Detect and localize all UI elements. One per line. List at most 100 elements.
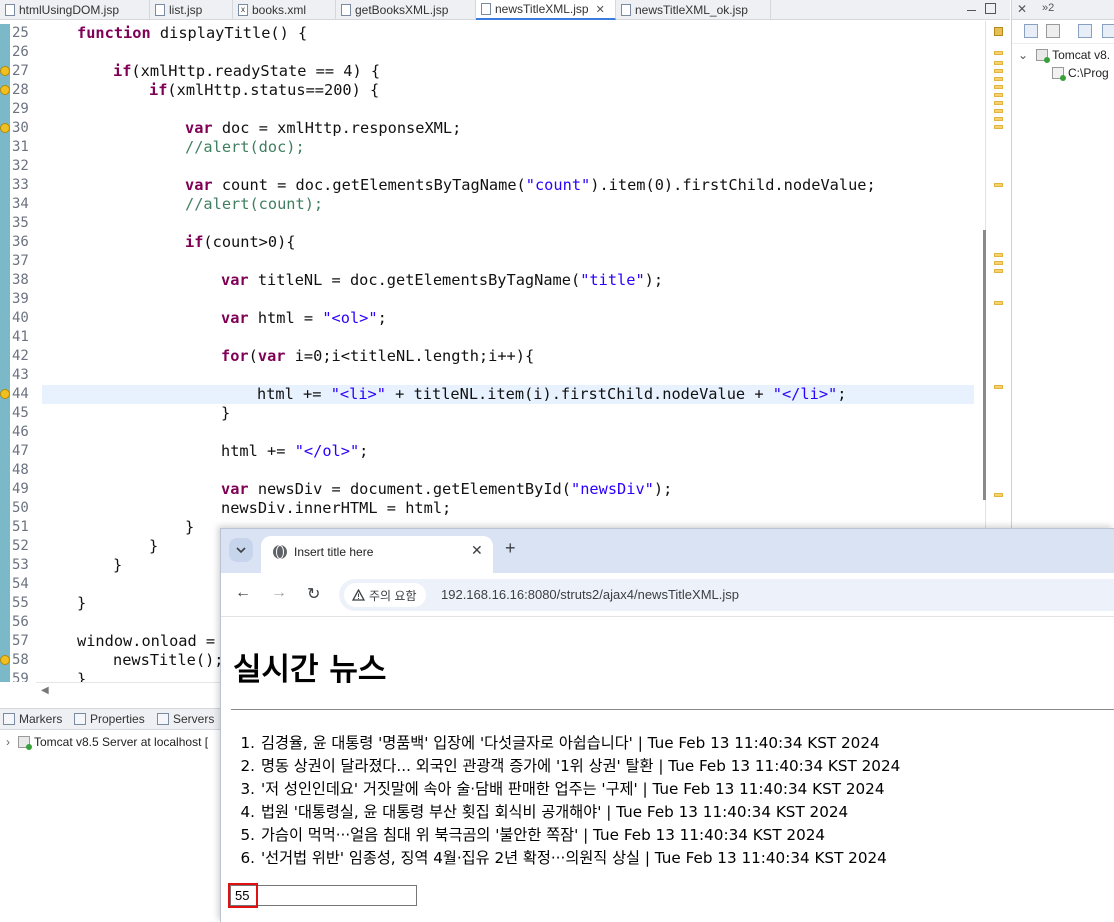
editor-tab-books[interactable]: x books.xml <box>233 0 336 20</box>
line-number: 40 <box>0 309 40 328</box>
overview-marker[interactable] <box>994 269 1003 273</box>
code-line-47: html += "</ol>"; <box>221 442 369 460</box>
maximize-icon[interactable] <box>985 3 996 14</box>
line-number: 46 <box>0 423 40 442</box>
warning-icon[interactable] <box>0 85 10 95</box>
change-ruler <box>0 613 10 632</box>
warning-icon[interactable] <box>0 655 10 665</box>
change-ruler <box>0 233 10 252</box>
minimize-icon[interactable] <box>965 2 979 16</box>
overview-marker[interactable] <box>994 85 1003 89</box>
chevron-down-icon[interactable]: ⌄ <box>1018 48 1028 62</box>
line-number: 32 <box>0 157 40 176</box>
link-icon[interactable] <box>1078 24 1092 38</box>
overview-marker[interactable] <box>994 117 1003 121</box>
overview-marker[interactable] <box>994 253 1003 257</box>
line-number: 31 <box>0 138 40 157</box>
overview-marker[interactable] <box>994 493 1003 497</box>
editor-vertical-scrollbar[interactable] <box>983 230 986 500</box>
new-tab-button[interactable]: + <box>505 538 516 559</box>
globe-icon <box>273 545 287 559</box>
news-list: 1. 김경율, 윤 대통령 '명품백' 입장에 '다섯글자로 아쉽습니다' | T… <box>232 732 901 870</box>
line-number: 26 <box>0 43 40 62</box>
code-line-57: window.onload = <box>77 632 216 650</box>
view-menu-icon[interactable] <box>1102 24 1114 38</box>
reload-button[interactable]: ↻ <box>307 584 320 604</box>
editor-tab-getbooksxml[interactable]: getBooksXML.jsp <box>336 0 476 20</box>
warning-icon[interactable] <box>0 66 10 76</box>
code-line-40: var html = "<ol>"; <box>221 309 387 327</box>
editor-tab-newstitlexml-ok[interactable]: newsTitleXML_ok.jsp <box>616 0 771 20</box>
jsp-file-icon <box>621 4 631 16</box>
count-input[interactable] <box>230 885 417 906</box>
warning-icon[interactable] <box>0 123 10 133</box>
code-line-27: if(xmlHttp.readyState == 4) { <box>113 62 381 80</box>
tree-item-tomcat[interactable]: ⌄ Tomcat v8. <box>1018 46 1110 64</box>
tab-search-button[interactable] <box>229 538 253 562</box>
overview-marker[interactable] <box>994 301 1003 305</box>
server-icon <box>1036 49 1051 63</box>
change-ruler <box>0 632 10 651</box>
line-number: 57 <box>0 632 40 651</box>
warning-summary-icon[interactable] <box>994 27 1003 36</box>
overview-marker[interactable] <box>994 77 1003 81</box>
change-ruler <box>0 100 10 119</box>
line-number: 50 <box>0 499 40 518</box>
chevron-right-icon[interactable]: › <box>6 735 10 749</box>
scroll-left-icon[interactable]: ◀ <box>41 685 49 696</box>
change-ruler <box>0 537 10 556</box>
list-item: 1. 김경율, 윤 대통령 '명품백' 입장에 '다섯글자로 아쉽습니다' | T… <box>240 734 880 752</box>
tab-servers[interactable]: Servers <box>157 712 214 726</box>
overview-marker[interactable] <box>994 93 1003 97</box>
close-icon[interactable]: ✕ <box>471 542 483 559</box>
overview-marker[interactable] <box>994 385 1003 389</box>
editor-tab-label: books.xml <box>252 3 307 17</box>
back-button[interactable]: ← <box>235 584 251 602</box>
line-number: 28 <box>0 81 40 100</box>
change-ruler <box>0 670 10 682</box>
jsp-file-icon <box>5 4 15 16</box>
overview-marker[interactable] <box>994 61 1003 65</box>
tree-item-path[interactable]: C:\Prog <box>1052 64 1109 82</box>
editor-tab-label: newsTitleXML.jsp <box>495 2 589 16</box>
close-icon[interactable]: ✕ <box>1017 2 1027 16</box>
tab-properties[interactable]: Properties <box>74 712 145 726</box>
code-line-25: function displayTitle() { <box>77 24 308 42</box>
overview-marker[interactable] <box>994 51 1003 55</box>
warning-icon[interactable] <box>0 389 10 399</box>
code-line-50: newsDiv.innerHTML = html; <box>221 499 452 517</box>
change-ruler <box>0 43 10 62</box>
address-bar[interactable]: 주의 요함 192.168.16.16:8080/struts2/ajax4/n… <box>339 579 1114 611</box>
change-ruler <box>0 214 10 233</box>
line-number: 44 <box>0 385 40 404</box>
line-number: 29 <box>0 100 40 119</box>
tab-markers[interactable]: Markers <box>3 712 62 726</box>
change-ruler <box>0 461 10 480</box>
editor-tab-newstitlexml[interactable]: newsTitleXML.jsp ✕ <box>476 0 616 20</box>
remove-icon[interactable] <box>1046 24 1060 38</box>
security-indicator[interactable]: 주의 요함 <box>344 583 426 607</box>
jsp-file-icon <box>155 4 165 16</box>
code-line-44: html += "<li>" + titleNL.item(i).firstCh… <box>257 385 847 403</box>
forward-button[interactable]: → <box>271 584 287 602</box>
browser-tab[interactable]: Insert title here ✕ <box>261 536 493 573</box>
editor-tab-htmlusingdom[interactable]: htmlUsingDOM.jsp <box>0 0 150 20</box>
collapse-all-icon[interactable] <box>1024 24 1038 38</box>
overview-marker[interactable] <box>994 101 1003 105</box>
list-item: 5. 가슴이 먹먹···얼음 침대 위 북극곰의 '불안한 쪽잠' | Tue F… <box>240 826 826 844</box>
overview-marker[interactable] <box>994 69 1003 73</box>
server-list-item[interactable]: › Tomcat v8.5 Server at localhost [ <box>0 731 222 753</box>
url-text[interactable]: 192.168.16.16:8080/struts2/ajax4/newsTit… <box>441 587 739 602</box>
overview-marker[interactable] <box>994 109 1003 113</box>
close-icon[interactable]: ✕ <box>596 3 605 16</box>
editor-tab-list[interactable]: list.jsp <box>150 0 233 20</box>
line-number: 34 <box>0 195 40 214</box>
line-number: 55 <box>0 594 40 613</box>
change-ruler <box>0 575 10 594</box>
overview-marker[interactable] <box>994 125 1003 129</box>
overview-marker[interactable] <box>994 261 1003 265</box>
overview-marker[interactable] <box>994 183 1003 187</box>
more-views-button[interactable]: »2 <box>1042 2 1054 14</box>
line-number: 48 <box>0 461 40 480</box>
line-number: 51 <box>0 518 40 537</box>
